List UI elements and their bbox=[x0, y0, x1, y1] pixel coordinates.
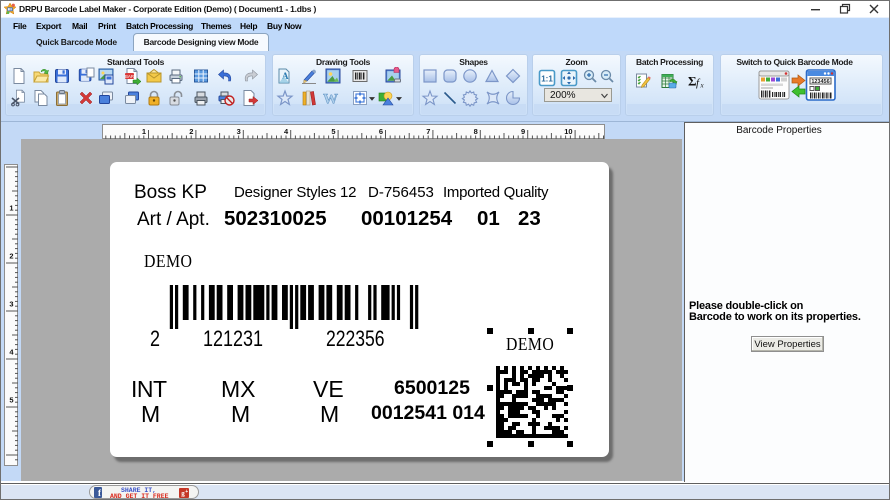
svg-text:2: 2 bbox=[9, 251, 13, 260]
svg-text:4: 4 bbox=[284, 127, 289, 136]
svg-text:1: 1 bbox=[9, 203, 13, 212]
svg-text:10: 10 bbox=[564, 127, 572, 136]
svg-text:+: + bbox=[185, 489, 188, 495]
svg-text:4: 4 bbox=[9, 347, 14, 356]
svg-text:1: 1 bbox=[142, 127, 146, 136]
svg-text:5: 5 bbox=[331, 127, 335, 136]
svg-text:1:1: 1:1 bbox=[541, 75, 553, 84]
svg-text:9: 9 bbox=[521, 127, 525, 136]
svg-text:123456: 123456 bbox=[811, 79, 829, 85]
svg-text:2: 2 bbox=[189, 127, 193, 136]
svg-text:6: 6 bbox=[379, 127, 383, 136]
svg-text:8: 8 bbox=[474, 127, 478, 136]
svg-text:7: 7 bbox=[426, 127, 430, 136]
svg-text:BAR: BAR bbox=[125, 74, 135, 79]
svg-text:W: W bbox=[323, 92, 338, 108]
svg-text:3: 3 bbox=[237, 127, 241, 136]
svg-text:3: 3 bbox=[9, 299, 13, 308]
svg-text:5: 5 bbox=[9, 395, 13, 404]
svg-text:x: x bbox=[700, 82, 705, 90]
